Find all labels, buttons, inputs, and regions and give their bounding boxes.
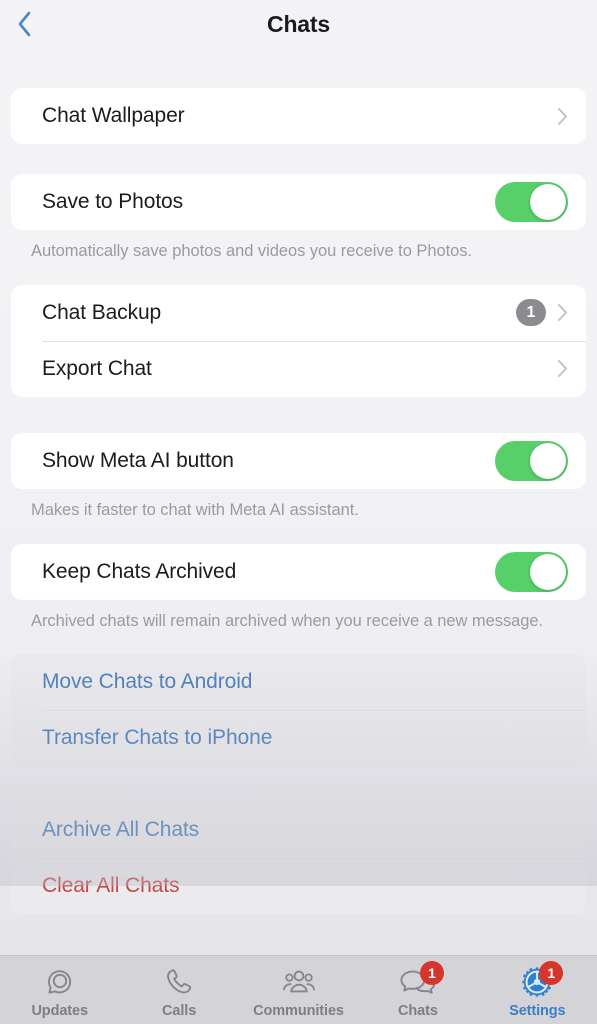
row-accessory — [557, 107, 568, 126]
row-label: Move Chats to Android — [42, 670, 253, 694]
chevron-right-icon — [558, 360, 567, 378]
row-label: Export Chat — [42, 356, 152, 380]
tab-calls[interactable]: Calls — [119, 956, 238, 1024]
chats-settings-screen: Chats Chat Wallpaper Save to Photos Auto… — [0, 0, 597, 1024]
row-move-chats-to-android[interactable]: Move Chats to Android — [11, 654, 586, 710]
toggle-knob — [530, 184, 566, 220]
chevron-right-icon — [558, 304, 567, 322]
chevron-left-icon — [18, 11, 30, 37]
row-show-meta-ai-button[interactable]: Show Meta AI button — [11, 433, 586, 489]
tab-label: Chats — [398, 1003, 438, 1019]
row-label: Chat Backup — [42, 300, 162, 324]
tab-icon-wrap — [158, 965, 200, 999]
row-keep-chats-archived[interactable]: Keep Chats Archived — [11, 544, 586, 600]
tab-chats[interactable]: 1 Chats — [358, 956, 477, 1024]
page-title: Chats — [267, 10, 330, 37]
note-save-to-photos: Automatically save photos and videos you… — [31, 242, 472, 260]
tab-label: Communities — [253, 1003, 344, 1019]
row-save-to-photos[interactable]: Save to Photos — [11, 174, 586, 230]
row-chat-backup[interactable]: Chat Backup 1 — [11, 285, 586, 341]
toggle-save-to-photos[interactable] — [495, 182, 568, 222]
toggle-knob — [530, 442, 566, 479]
section-bulk-actions: Archive All Chats Clear All Chats — [11, 802, 586, 915]
tab-badge-chats: 1 — [419, 961, 444, 985]
toggle-keep-chats-archived[interactable] — [495, 551, 568, 592]
bottom-tab-bar: Updates Calls Communities 1 Chats 1 Sett… — [0, 955, 597, 1024]
tab-icon-wrap — [278, 965, 320, 999]
tab-icon-wrap: 1 — [516, 961, 564, 999]
tab-label: Calls — [162, 1003, 197, 1019]
section-transfer: Move Chats to Android Transfer Chats to … — [11, 654, 586, 767]
row-label: Transfer Chats to iPhone — [42, 726, 273, 750]
row-label: Keep Chats Archived — [42, 559, 237, 583]
tab-communities[interactable]: Communities — [239, 956, 358, 1024]
row-label: Show Meta AI button — [42, 448, 234, 472]
row-chat-wallpaper[interactable]: Chat Wallpaper — [11, 88, 586, 144]
row-accessory — [557, 359, 568, 378]
row-accessory: 1 — [516, 299, 568, 327]
navigation-bar: Chats — [0, 0, 597, 48]
tab-badge-settings: 1 — [539, 961, 564, 985]
back-button[interactable] — [2, 2, 46, 46]
note-meta-ai: Makes it faster to chat with Meta AI ass… — [31, 500, 359, 519]
tab-label: Settings — [509, 1003, 566, 1019]
updates-status-icon — [47, 970, 71, 994]
row-transfer-chats-to-iphone[interactable]: Transfer Chats to iPhone — [11, 710, 586, 766]
section-wallpaper: Chat Wallpaper — [11, 88, 586, 144]
note-keep-archived: Archived chats will remain archived when… — [31, 611, 544, 630]
toggle-show-meta-ai-button[interactable] — [495, 440, 568, 481]
row-label: Clear All Chats — [42, 874, 180, 898]
tab-updates[interactable]: Updates — [0, 956, 119, 1024]
row-label: Archive All Chats — [42, 818, 200, 842]
settings-scroll-area[interactable]: Chat Wallpaper Save to Photos Automatica… — [0, 48, 597, 955]
status-badge: 1 — [516, 299, 546, 327]
row-label: Save to Photos — [42, 190, 184, 213]
section-save-to-photos: Save to Photos — [11, 174, 586, 230]
chevron-right-icon — [558, 107, 567, 125]
section-meta-ai: Show Meta AI button — [11, 432, 586, 489]
section-keep-archived: Keep Chats Archived — [11, 543, 586, 600]
toggle-knob — [530, 553, 566, 590]
row-clear-all-chats[interactable]: Clear All Chats — [11, 858, 586, 914]
row-label: Chat Wallpaper — [42, 104, 185, 127]
section-backup-export: Chat Backup 1 Export Chat — [11, 284, 586, 397]
tab-icon-wrap: 1 — [397, 961, 444, 999]
communities-people-icon — [282, 970, 315, 993]
tab-icon-wrap — [39, 965, 81, 999]
row-archive-all-chats[interactable]: Archive All Chats — [11, 802, 586, 858]
tab-label: Updates — [31, 1003, 88, 1019]
phone-handset-icon — [167, 969, 192, 994]
row-export-chat[interactable]: Export Chat — [11, 340, 586, 397]
tab-settings[interactable]: 1 Settings — [478, 956, 597, 1024]
